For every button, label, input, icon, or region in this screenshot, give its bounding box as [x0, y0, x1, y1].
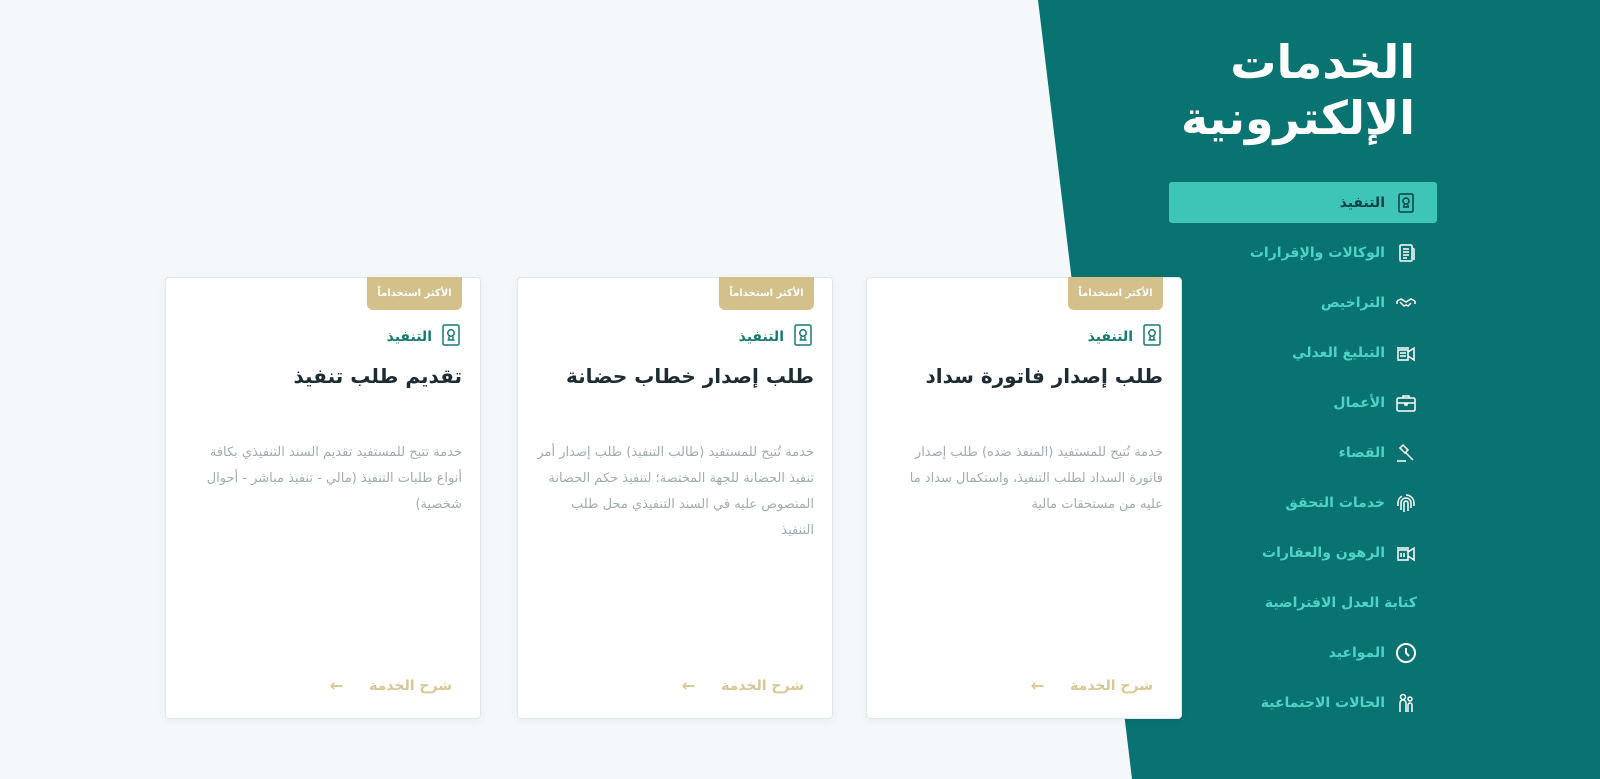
category-label: التنفيذ — [738, 329, 784, 345]
nav-item-business[interactable]: الأعمال — [1169, 382, 1437, 423]
nav-item-label: القضاء — [1338, 444, 1385, 461]
service-title: طلب إصدار خطاب حضانة — [566, 364, 814, 388]
handshake-icon — [1395, 292, 1417, 314]
document-stamp-icon — [440, 323, 462, 351]
service-category: التنفيذ — [387, 323, 462, 351]
nav-item-verification-services[interactable]: خدمات التحقق — [1169, 482, 1437, 523]
fingerprint-icon — [1395, 492, 1417, 514]
explain-service-link[interactable]: شرح الخدمة ← — [1031, 676, 1153, 695]
service-description: خدمة تتيح للمستفيد تقديم السند التنفيذي … — [206, 445, 462, 512]
explain-service-label: شرح الخدمة — [1070, 677, 1153, 694]
nav-item-label: التبليغ العدلي — [1292, 344, 1385, 361]
nav-item-social-status[interactable]: الحالات الاجتماعية — [1169, 682, 1437, 723]
family-icon — [1395, 692, 1417, 714]
nav-item-execution[interactable]: التنفيذ — [1169, 182, 1437, 223]
arrow-left-icon: ← — [329, 676, 344, 695]
page-title: الخدمات الإلكترونية — [1181, 35, 1415, 145]
nav-item-label: خدمات التحقق — [1285, 494, 1385, 511]
explain-service-link[interactable]: شرح الخدمة ← — [682, 676, 804, 695]
most-used-badge: الأكثر استخداماً — [719, 277, 814, 310]
megaphone-icon — [1395, 342, 1417, 364]
nav-item-label: الحالات الاجتماعية — [1260, 694, 1385, 711]
briefcase-icon — [1395, 392, 1417, 414]
nav-item-judicial-notification[interactable]: التبليغ العدلي — [1169, 332, 1437, 373]
document-stamp-icon — [1395, 192, 1417, 214]
nav-item-label: التنفيذ — [1339, 194, 1385, 211]
nav-item-licenses[interactable]: التراخيص — [1169, 282, 1437, 323]
document-stamp-icon — [1141, 323, 1163, 351]
document-list-icon — [1395, 242, 1417, 264]
nav-item-appointments[interactable]: المواعيد — [1169, 632, 1437, 673]
service-title: تقديم طلب تنفيذ — [293, 364, 462, 388]
building-icon — [1395, 542, 1417, 564]
explain-service-link[interactable]: شرح الخدمة ← — [330, 676, 452, 695]
category-label: التنفيذ — [1087, 329, 1133, 345]
nav-item-label: الرهون والعقارات — [1262, 544, 1385, 561]
service-description: خدمة تُتيح للمستفيد (المنفذ ضده) طلب إصد… — [909, 445, 1163, 512]
service-title: طلب إصدار فاتورة سداد — [925, 364, 1163, 388]
side-nav: التنفيذ الوكالات والإقرارات التراخيص الت… — [1169, 182, 1437, 732]
most-used-badge: الأكثر استخداماً — [1068, 277, 1163, 310]
category-label: التنفيذ — [386, 329, 432, 345]
most-used-badge: الأكثر استخداماً — [367, 277, 462, 310]
nav-item-label: كتابة العدل الافتراضية — [1264, 594, 1417, 611]
nav-item-label: التراخيص — [1320, 294, 1385, 311]
service-card[interactable]: الأكثر استخداماً التنفيذ تقديم طلب تنفيذ… — [165, 277, 481, 719]
nav-item-judiciary[interactable]: القضاء — [1169, 432, 1437, 473]
nav-item-label: المواعيد — [1328, 644, 1385, 661]
explain-service-label: شرح الخدمة — [369, 677, 452, 694]
clock-icon — [1395, 642, 1417, 664]
nav-item-label: الأعمال — [1333, 394, 1385, 411]
service-category: التنفيذ — [1088, 323, 1163, 351]
nav-item-mortgages-real-estate[interactable]: الرهون والعقارات — [1169, 532, 1437, 573]
service-description: خدمة تُتيح للمستفيد (طالب التنفيذ) طلب إ… — [537, 445, 814, 538]
nav-item-label: الوكالات والإقرارات — [1249, 244, 1385, 261]
service-card[interactable]: الأكثر استخداماً التنفيذ طلب إصدار فاتور… — [866, 277, 1182, 719]
arrow-left-icon: ← — [681, 676, 696, 695]
document-stamp-icon — [792, 323, 814, 351]
explain-service-label: شرح الخدمة — [721, 677, 804, 694]
service-card[interactable]: الأكثر استخداماً التنفيذ طلب إصدار خطاب … — [517, 277, 833, 719]
nav-item-agencies[interactable]: الوكالات والإقرارات — [1169, 232, 1437, 273]
service-category: التنفيذ — [739, 323, 814, 351]
gavel-icon — [1395, 442, 1417, 464]
nav-item-virtual-notary[interactable]: كتابة العدل الافتراضية — [1169, 582, 1437, 623]
arrow-left-icon: ← — [1030, 676, 1045, 695]
